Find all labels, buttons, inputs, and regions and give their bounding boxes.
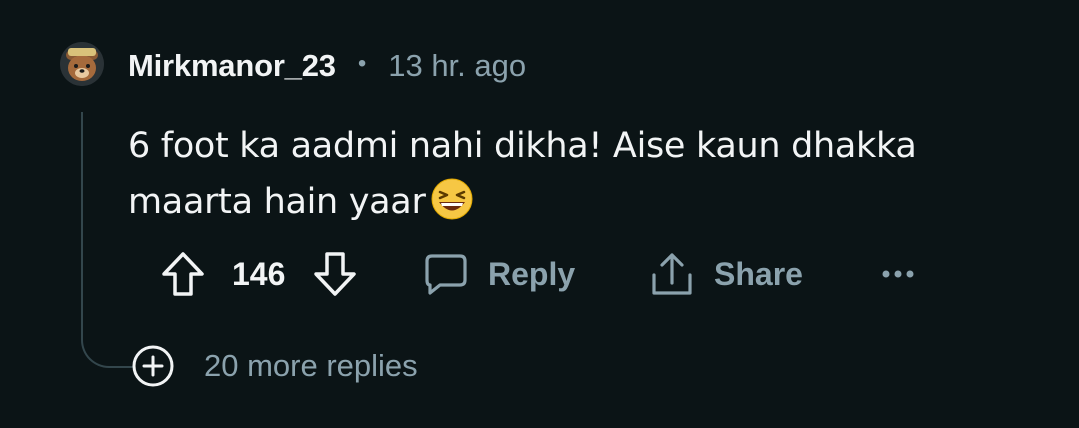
reply-button[interactable]: Reply bbox=[424, 248, 575, 300]
more-replies-button[interactable]: 20 more replies bbox=[132, 344, 418, 388]
share-icon bbox=[652, 253, 692, 295]
share-label: Share bbox=[714, 255, 803, 292]
share-button[interactable]: Share bbox=[650, 248, 803, 300]
vote-score: 146 bbox=[232, 255, 286, 292]
speech-bubble-icon bbox=[425, 254, 467, 295]
comment-actions: 146 Reply Share bbox=[160, 248, 1060, 300]
reply-label: Reply bbox=[488, 255, 576, 292]
arrow-down-icon bbox=[314, 252, 356, 296]
more-options-button[interactable] bbox=[882, 248, 914, 300]
more-replies-label: 20 more replies bbox=[204, 348, 418, 383]
ellipsis-icon bbox=[882, 270, 914, 278]
comment-body-line: 6 foot ka aadmi nahi dikha! Aise kaun dh… bbox=[128, 126, 917, 166]
comment-body: 6 foot ka aadmi nahi dikha! Aise kaun dh… bbox=[128, 118, 1028, 230]
upvote-button[interactable] bbox=[160, 248, 206, 300]
comment: Mirkmanor_23 • 13 hr. ago 6 foot ka aadm… bbox=[0, 0, 1079, 428]
plus-circle-icon bbox=[132, 345, 174, 387]
timestamp: 13 hr. ago bbox=[388, 48, 527, 83]
grinning-squinting-face-icon bbox=[431, 178, 473, 220]
user-avatar[interactable] bbox=[60, 42, 104, 86]
thread-line[interactable] bbox=[81, 112, 133, 368]
bear-avatar-icon bbox=[60, 42, 104, 86]
arrow-up-icon bbox=[162, 252, 204, 296]
comment-body-line: maarta hain yaar bbox=[128, 182, 426, 222]
separator-dot: • bbox=[357, 50, 367, 77]
username[interactable]: Mirkmanor_23 bbox=[128, 48, 336, 84]
comment-header: Mirkmanor_23 • 13 hr. ago bbox=[128, 46, 526, 86]
downvote-button[interactable] bbox=[312, 248, 358, 300]
